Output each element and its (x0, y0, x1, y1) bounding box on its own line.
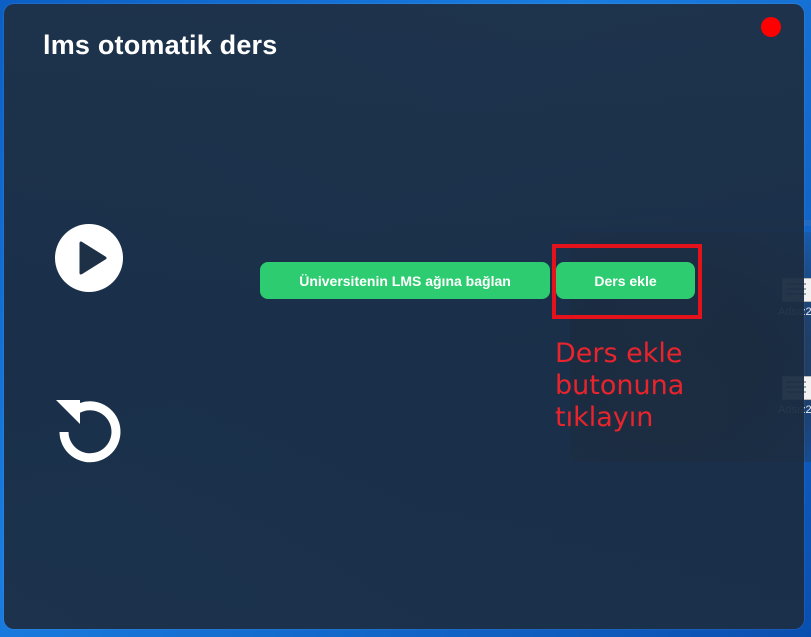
play-circle-icon (55, 224, 123, 292)
play-button[interactable] (54, 223, 124, 293)
connect-lms-button[interactable]: Üniversitenin LMS ağına bağlan (260, 262, 550, 299)
close-icon[interactable] (761, 17, 781, 37)
restart-icon (56, 400, 121, 463)
app-window: lms otomatik ders Üniversitenin LMS ağın… (4, 4, 804, 629)
add-course-button[interactable]: Ders ekle (556, 262, 695, 299)
tutorial-annotation: Ders ekle butonuna tıklayın (555, 338, 685, 433)
window-title: lms otomatik ders (43, 30, 278, 60)
restart-button[interactable] (50, 394, 126, 470)
